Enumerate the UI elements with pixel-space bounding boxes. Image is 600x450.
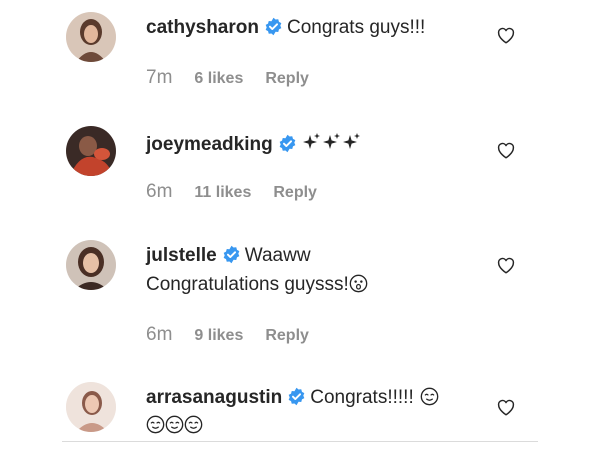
comment-text: Congrats!!!!! bbox=[310, 387, 414, 408]
comment-time[interactable]: 6m bbox=[146, 324, 172, 345]
heart-outline-icon[interactable] bbox=[496, 398, 516, 416]
reply-button[interactable]: Reply bbox=[265, 70, 309, 87]
avatar-photo bbox=[66, 240, 116, 290]
avatar[interactable] bbox=[66, 240, 116, 290]
comment-text: Congrats guys!!! bbox=[286, 17, 426, 38]
comment-text-line: arrasanagustin Congrats!!!!! bbox=[146, 386, 439, 410]
comments-list: cathysharon Congrats guys!!! 7m 6 likes Rep… bbox=[0, 0, 600, 450]
comment-text-line: joeymeadking bbox=[146, 131, 363, 157]
avatar-photo bbox=[66, 12, 116, 62]
verified-badge-icon bbox=[265, 17, 282, 36]
divider bbox=[62, 441, 538, 442]
comment-time[interactable]: 6m bbox=[146, 181, 172, 202]
heart-outline-icon[interactable] bbox=[496, 141, 516, 159]
avatar-photo bbox=[66, 382, 116, 432]
comment-time[interactable]: 7m bbox=[146, 67, 172, 88]
relieved-face-emoji-icon bbox=[165, 415, 184, 434]
heart-outline-icon[interactable] bbox=[496, 256, 516, 274]
username-link[interactable]: julstelle bbox=[146, 245, 217, 266]
comment-text-line-2 bbox=[146, 414, 203, 438]
comment-meta: 7m 6 likes Reply bbox=[146, 67, 309, 90]
reply-button[interactable]: Reply bbox=[273, 184, 317, 201]
sparkles-emoji-icon bbox=[302, 133, 360, 149]
comment-meta: 6m 9 likes Reply bbox=[146, 324, 309, 347]
relieved-face-emoji-icon bbox=[146, 415, 165, 434]
reply-button[interactable]: Reply bbox=[265, 327, 309, 344]
username-link[interactable]: arrasanagustin bbox=[146, 387, 282, 408]
verified-badge-icon bbox=[288, 387, 305, 406]
avatar-photo bbox=[66, 126, 116, 176]
heart-outline-icon[interactable] bbox=[496, 26, 516, 44]
comment-text: Waaww bbox=[244, 245, 311, 266]
avatar[interactable] bbox=[66, 12, 116, 62]
avatar[interactable] bbox=[66, 382, 116, 432]
comment-text-continued: Congratulations guysss! bbox=[146, 274, 349, 295]
likes-count[interactable]: 11 likes bbox=[194, 184, 251, 201]
avatar[interactable] bbox=[66, 126, 116, 176]
username-link[interactable]: joeymeadking bbox=[146, 134, 273, 155]
astonished-face-emoji-icon bbox=[349, 274, 368, 293]
relieved-face-emoji-icon bbox=[184, 415, 203, 434]
verified-badge-icon bbox=[223, 245, 240, 264]
username-link[interactable]: cathysharon bbox=[146, 17, 259, 38]
comment-meta: 6m 11 likes Reply bbox=[146, 181, 317, 204]
comment-text-line: julstelle Waaww bbox=[146, 244, 311, 268]
likes-count[interactable]: 9 likes bbox=[194, 327, 243, 344]
verified-badge-icon bbox=[279, 134, 296, 153]
comment-text-line: cathysharon Congrats guys!!! bbox=[146, 16, 425, 40]
comment-text-line-2: Congratulations guysss! bbox=[146, 273, 368, 297]
likes-count[interactable]: 6 likes bbox=[194, 70, 243, 87]
relieved-face-emoji-icon bbox=[420, 387, 439, 406]
